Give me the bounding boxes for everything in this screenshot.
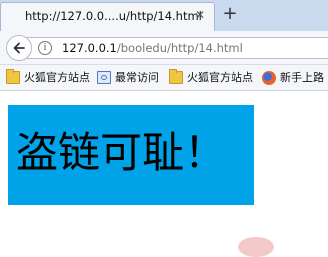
tab-strip: http://127.0.0....u/http/14.html ✕ +: [0, 0, 328, 31]
hotlink-warning-banner: 盗链可耻！: [8, 105, 254, 205]
active-tab[interactable]: http://127.0.0....u/http/14.html ✕: [0, 2, 215, 31]
document-icon: [97, 71, 111, 84]
back-arrow-icon: [13, 42, 25, 54]
new-tab-button[interactable]: +: [222, 5, 238, 23]
info-icon[interactable]: i: [38, 41, 52, 55]
back-button[interactable]: [6, 35, 32, 61]
url-host: 127.0.0.1: [62, 41, 117, 55]
tab-title: http://127.0.0....u/http/14.html: [25, 9, 202, 23]
navigation-bar: i 127.0.0.1/booledu/http/14.html: [0, 31, 328, 65]
bookmark-label: 火狐官方站点: [187, 71, 253, 84]
banner-text: 盗链可耻！: [16, 128, 227, 177]
close-icon[interactable]: ✕: [193, 8, 207, 22]
address-bar[interactable]: i 127.0.0.1/booledu/http/14.html: [24, 37, 328, 59]
firefox-icon: [262, 71, 276, 85]
bookmark-label: 新手上路: [280, 71, 324, 84]
decorative-shape: [238, 237, 274, 257]
url-text[interactable]: 127.0.0.1/booledu/http/14.html: [62, 41, 243, 55]
page-content: 盗链可耻！: [0, 91, 328, 257]
bookmarks-bar: 火狐官方站点 最常访问 火狐官方站点 新手上路: [0, 65, 328, 91]
bookmark-label: 火狐官方站点: [24, 71, 90, 84]
folder-icon: [6, 69, 20, 84]
bookmark-label: 最常访问: [115, 71, 159, 84]
url-path: /booledu/http/14.html: [116, 41, 243, 55]
folder-icon: [169, 69, 183, 84]
